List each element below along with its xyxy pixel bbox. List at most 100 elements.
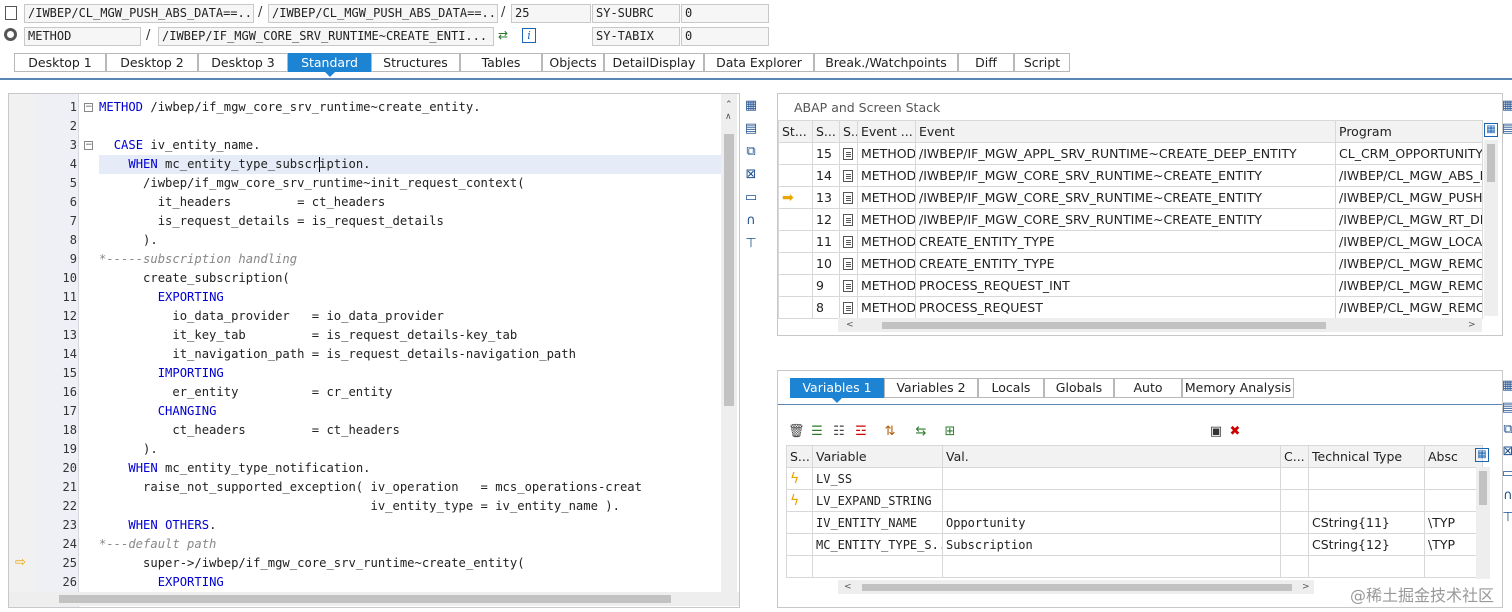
variable-row[interactable]: ϟ LV_SS xyxy=(786,467,1483,490)
source-editor[interactable]: 1 2 3 4 5 6 7 8 9 10 11 12 13 14 15 16 17 18 19 20 21 22 23 24 2… xyxy=(8,93,740,608)
variable-name[interactable]: IV_ENTITY_NAME xyxy=(812,511,943,534)
stack-row[interactable]: 9 METHOD PROCESS_REQUEST_INT/IWBEP/CL_MGW_… xyxy=(778,274,1483,297)
copy-icon[interactable]: ⧉ xyxy=(743,144,759,160)
tab-standard[interactable]: Standard xyxy=(288,53,371,77)
code-line[interactable]: raise_not_supported_exception( iv_operat… xyxy=(99,478,739,497)
code-line[interactable]: er_entity = cr_entity xyxy=(99,383,739,402)
col-header-s2[interactable]: S... xyxy=(839,120,858,143)
code-line[interactable]: ). xyxy=(99,440,739,459)
tab-variables-1[interactable]: Variables 1 xyxy=(790,378,884,403)
variable-name[interactable]: LV_EXPAND_STRING xyxy=(812,489,943,512)
window-icon[interactable]: ▭ xyxy=(743,190,759,206)
variable-value[interactable]: Subscription xyxy=(942,533,1281,556)
scroll-right-arrow[interactable]: > xyxy=(1468,320,1476,330)
code-line[interactable]: iv_entity_type = iv_entity_name ). xyxy=(99,497,739,516)
tab-breakpoints[interactable]: Break./Watchpoints xyxy=(814,53,958,72)
transfer-icon[interactable]: ⇆ xyxy=(913,424,929,440)
copy-icon[interactable]: ⧉ xyxy=(1500,422,1512,438)
variable-value[interactable] xyxy=(942,489,1281,512)
scroll-right-arrow[interactable]: > xyxy=(1302,582,1310,592)
headset-icon[interactable]: ∩ xyxy=(1500,488,1512,504)
col-header-c[interactable]: C... xyxy=(1280,445,1309,468)
code-line[interactable]: *---default path xyxy=(99,535,739,554)
code-line[interactable]: IMPORTING xyxy=(99,364,739,383)
code-line[interactable]: ). xyxy=(99,231,739,250)
col-header-variable[interactable]: Variable xyxy=(812,445,943,468)
code-line[interactable]: create_subscription( xyxy=(99,269,739,288)
event-type-field[interactable]: METHOD xyxy=(24,27,141,46)
export-icon[interactable]: ⊞ xyxy=(942,424,958,440)
tab-locals[interactable]: Locals xyxy=(978,378,1044,398)
scroll-up-arrow[interactable]: ∧ xyxy=(725,112,732,122)
tab-diff[interactable]: Diff xyxy=(958,53,1014,72)
variable-row[interactable] xyxy=(786,555,1483,578)
tab-data-explorer[interactable]: Data Explorer xyxy=(704,53,814,72)
fold-toggle[interactable]: − xyxy=(84,141,93,150)
variable-name[interactable]: LV_SS xyxy=(812,467,943,490)
code-line[interactable]: WHEN mc_entity_type_notification. xyxy=(99,459,739,478)
variable-name[interactable]: MC_ENTITY_TYPE_S... xyxy=(812,533,943,556)
tab-detaildisplay[interactable]: DetailDisplay xyxy=(604,53,704,72)
tab-desktop-3[interactable]: Desktop 3 xyxy=(198,53,288,72)
tab-auto[interactable]: Auto xyxy=(1114,378,1182,398)
variable-name[interactable] xyxy=(812,555,943,578)
save-icon[interactable]: ▣ xyxy=(1208,424,1224,440)
editor-h-scroll-thumb[interactable] xyxy=(59,595,671,603)
code-line[interactable]: /iwbep/if_mgw_core_srv_runtime~init_requ… xyxy=(99,174,739,193)
tab-structures[interactable]: Structures xyxy=(371,53,460,72)
info-icon[interactable]: i xyxy=(522,28,536,43)
stack-scroll-thumb[interactable] xyxy=(1487,144,1495,182)
code-line[interactable]: EXPORTING xyxy=(99,573,739,592)
delete-icon[interactable]: 🗑 xyxy=(788,424,805,440)
code-line[interactable]: CASE iv_entity_name. xyxy=(99,136,739,155)
stack-row[interactable]: 15 METHOD/IWBEP/IF_MGW_APPL_SRV_RUNTIME~C… xyxy=(778,142,1483,165)
variable-value[interactable] xyxy=(942,555,1281,578)
cancel-icon[interactable]: ✖ xyxy=(1227,424,1243,440)
variable-value[interactable] xyxy=(942,467,1281,490)
code-line[interactable] xyxy=(99,117,739,136)
col-header-value[interactable]: Val. xyxy=(942,445,1281,468)
col-header-technical-type[interactable]: Technical Type xyxy=(1308,445,1425,468)
new-doc-icon[interactable]: ▤ xyxy=(1500,121,1512,137)
code-line[interactable]: io_data_provider = io_data_provider xyxy=(99,307,739,326)
list-delete-icon[interactable]: ☲ xyxy=(853,424,869,440)
grid-icon[interactable]: ▦ xyxy=(743,98,759,114)
scroll-up-arrow[interactable]: ⌃ xyxy=(725,100,733,110)
col-header-s1[interactable]: S... xyxy=(812,120,840,143)
tool-icon[interactable]: ⊤ xyxy=(1500,510,1512,526)
line-field[interactable]: 25 xyxy=(511,4,591,23)
close-box-icon[interactable]: ⊠ xyxy=(1500,444,1512,460)
code-line[interactable]: WHEN mc_entity_type_subscription. xyxy=(99,155,739,174)
stack-row[interactable]: 8 METHOD PROCESS_REQUEST/IWBEP/CL_MGW_REMO xyxy=(778,296,1483,319)
variable-row[interactable]: MC_ENTITY_TYPE_S... Subscription CString{1… xyxy=(786,533,1483,556)
tab-objects[interactable]: Objects xyxy=(542,53,604,72)
stack-row[interactable]: 10 METHOD CREATE_ENTITY_TYPE/IWBEP/CL_MGW_… xyxy=(778,252,1483,275)
tab-globals[interactable]: Globals xyxy=(1044,378,1114,398)
code-line[interactable]: it_navigation_path = is_request_details-… xyxy=(99,345,739,364)
stack-h-scroll-thumb[interactable] xyxy=(882,322,1326,329)
col-header-status[interactable]: S... xyxy=(786,445,813,468)
variable-value[interactable]: Opportunity xyxy=(942,511,1281,534)
tab-variables-2[interactable]: Variables 2 xyxy=(884,378,978,398)
headset-icon[interactable]: ∩ xyxy=(743,213,759,229)
new-doc-icon[interactable]: ▤ xyxy=(743,121,759,137)
variable-row[interactable]: ϟ LV_EXPAND_STRING xyxy=(786,489,1483,512)
tab-desktop-2[interactable]: Desktop 2 xyxy=(106,53,198,72)
breakpoint-gutter[interactable] xyxy=(9,94,37,607)
code-line[interactable]: CHANGING xyxy=(99,402,739,421)
fold-toggle[interactable]: − xyxy=(84,103,93,112)
grid-icon[interactable]: ▦ xyxy=(1500,98,1512,114)
tab-memory-analysis[interactable]: Memory Analysis xyxy=(1182,378,1294,398)
list-edit-icon[interactable]: ☷ xyxy=(831,424,847,440)
code-line[interactable]: super->/iwbep/if_mgw_core_srv_runtime~cr… xyxy=(99,554,739,573)
stack-row[interactable]: ➡ 13 METHOD/IWBEP/IF_MGW_CORE_SRV_RUNTIME~… xyxy=(778,186,1483,209)
event-name-field[interactable]: /IWBEP/IF_MGW_CORE_SRV_RUNTIME~CREATE_EN… xyxy=(158,27,494,46)
vars-scroll-thumb[interactable] xyxy=(1479,471,1487,505)
scroll-left-arrow[interactable]: < xyxy=(846,320,854,330)
code-line[interactable]: is_request_details = is_request_details xyxy=(99,212,739,231)
tab-tables[interactable]: Tables xyxy=(460,53,542,72)
col-header-st[interactable]: St... xyxy=(778,120,813,143)
stack-row[interactable]: 14 METHOD/IWBEP/IF_MGW_CORE_SRV_RUNTIME~C… xyxy=(778,164,1483,187)
navigate-icon[interactable]: ⇄ xyxy=(498,28,514,42)
code-line[interactable]: it_headers = ct_headers xyxy=(99,193,739,212)
